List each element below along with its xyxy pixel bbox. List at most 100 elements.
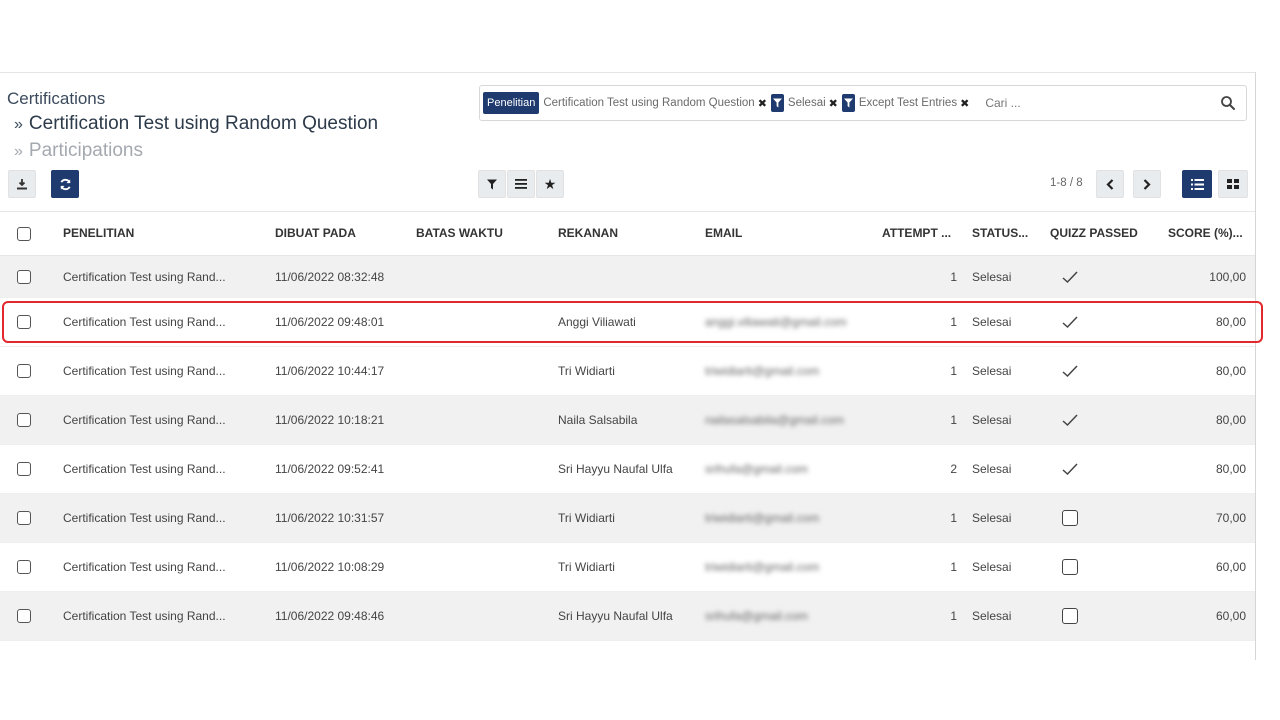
column-header-rekanan[interactable]: REKANAN: [558, 226, 618, 240]
cell-score: 80,00: [1215, 315, 1246, 329]
cell-dibuat-pada: 11/06/2022 08:32:48: [275, 269, 385, 284]
facet-value: Certification Test using Random Question: [543, 97, 755, 109]
table-row[interactable]: Certification Test using Rand... 11/06/20…: [0, 543, 1255, 592]
cell-score: 80,00: [1215, 413, 1246, 427]
cell-rekanan: Tri Widiarti: [558, 364, 615, 378]
breadcrumb-survey[interactable]: » Certification Test using Random Questio…: [14, 113, 378, 135]
cell-email: triwidiarti@gmail.com: [705, 560, 820, 574]
download-button[interactable]: [8, 170, 36, 198]
checkmark-icon: [1062, 270, 1078, 283]
checkmark-icon: [1062, 414, 1078, 427]
cell-status: Selesai: [972, 364, 1012, 378]
cell-penelitian: Certification Test using Rand...: [63, 269, 226, 284]
filters-button[interactable]: [478, 170, 506, 198]
cell-score: 80,00: [1215, 462, 1246, 476]
checkmark-icon: [1062, 316, 1078, 329]
row-checkbox[interactable]: [17, 269, 31, 284]
group-by-button[interactable]: [507, 170, 535, 198]
facet-value: Except Test Entries: [858, 97, 958, 109]
refresh-button[interactable]: [51, 170, 79, 198]
participations-table: PENELITIAN DIBUAT PADA BATAS WAKTU REKAN…: [0, 211, 1255, 641]
kanban-view-icon: [1227, 179, 1239, 189]
row-checkbox[interactable]: [17, 364, 31, 378]
favorites-button[interactable]: ★: [536, 170, 564, 198]
cell-rekanan: Sri Hayyu Naufal Ulfa: [558, 609, 673, 623]
breadcrumb-survey-label[interactable]: Certification Test using Random Question: [29, 113, 378, 134]
breadcrumb-root[interactable]: Certifications: [7, 89, 105, 109]
table-row[interactable]: Certification Test using Rand... 11/06/20…: [0, 592, 1255, 641]
search-icon[interactable]: [1220, 95, 1236, 111]
column-header-penelitian[interactable]: PENELITIAN: [63, 226, 134, 240]
row-checkbox[interactable]: [17, 315, 31, 329]
column-header-status[interactable]: STATUS...: [972, 226, 1028, 240]
cell-penelitian: Certification Test using Rand...: [63, 560, 226, 574]
row-checkbox[interactable]: [17, 511, 31, 525]
cell-attempt: 1: [950, 315, 957, 329]
cell-status: Selesai: [972, 511, 1012, 525]
table-row[interactable]: Certification Test using Rand... 11/06/20…: [0, 494, 1255, 543]
cell-rekanan: Tri Widiarti: [558, 560, 615, 574]
cell-dibuat-pada: 11/06/2022 09:48:01: [275, 315, 385, 329]
download-icon: [17, 179, 27, 190]
cell-email: srihufa@gmail.com: [705, 609, 808, 623]
cell-dibuat-pada: 11/06/2022 10:44:17: [275, 364, 385, 378]
cell-attempt: 1: [950, 413, 957, 427]
pager-next[interactable]: [1133, 170, 1161, 198]
row-checkbox[interactable]: [17, 560, 31, 574]
cell-attempt: 2: [950, 462, 957, 476]
pager-previous[interactable]: [1096, 170, 1124, 198]
cell-rekanan: Naila Salsabila: [558, 413, 638, 427]
table-row[interactable]: Certification Test using Rand... 11/06/20…: [0, 445, 1255, 494]
cell-status: Selesai: [972, 560, 1012, 574]
cell-score: 70,00: [1215, 511, 1246, 525]
table-row[interactable]: Certification Test using Rand... 11/06/20…: [0, 347, 1255, 396]
column-header-email[interactable]: EMAIL: [705, 226, 742, 240]
cell-status: Selesai: [972, 269, 1012, 284]
breadcrumb-current: » Participations: [14, 140, 143, 162]
table-row[interactable]: Certification Test using Rand... 11/06/20…: [0, 396, 1255, 445]
column-header-batas-waktu[interactable]: BATAS WAKTU: [416, 226, 503, 240]
row-checkbox[interactable]: [17, 413, 31, 427]
row-checkbox[interactable]: [17, 609, 31, 623]
table-row[interactable]: Certification Test using Rand... 11/06/20…: [0, 256, 1255, 298]
top-divider: [0, 72, 1256, 73]
row-checkbox[interactable]: [17, 462, 31, 476]
column-header-attempt[interactable]: ATTEMPT ...: [882, 226, 951, 240]
list-view-button[interactable]: [1182, 170, 1212, 198]
quizz-passed-checkbox: [1062, 608, 1078, 624]
right-divider: [1255, 72, 1256, 660]
chevron-right-icon: [1143, 178, 1151, 190]
cell-attempt: 1: [950, 609, 957, 623]
search-input[interactable]: [983, 95, 1088, 111]
facet-group-tag: Penelitian: [483, 92, 540, 114]
table-row[interactable]: Certification Test using Rand... 11/06/20…: [0, 298, 1255, 347]
filter-icon: [770, 94, 784, 112]
cell-score: 60,00: [1215, 560, 1246, 574]
remove-facet-icon[interactable]: ✖: [829, 97, 838, 110]
facet-value: Selesai: [787, 97, 826, 109]
cell-penelitian: Certification Test using Rand...: [63, 315, 226, 329]
cell-dibuat-pada: 11/06/2022 10:08:29: [275, 560, 385, 574]
cell-rekanan: Tri Widiarti: [558, 511, 615, 525]
cell-penelitian: Certification Test using Rand...: [63, 413, 226, 427]
select-all-checkbox[interactable]: [17, 226, 31, 241]
cell-status: Selesai: [972, 462, 1012, 476]
column-header-score[interactable]: SCORE (%)...: [1168, 226, 1243, 240]
cell-status: Selesai: [972, 413, 1012, 427]
cell-email: triwidiarti@gmail.com: [705, 364, 820, 378]
kanban-view-button[interactable]: [1218, 170, 1248, 198]
cell-penelitian: Certification Test using Rand...: [63, 511, 226, 525]
cell-penelitian: Certification Test using Rand...: [63, 364, 226, 378]
column-header-quizz-passed[interactable]: QUIZZ PASSED: [1050, 226, 1138, 240]
breadcrumb-separator: »: [14, 143, 23, 160]
filter-icon: [487, 179, 497, 189]
cell-attempt: 1: [950, 560, 957, 574]
search-panel: Penelitian Certification Test using Rand…: [479, 85, 1247, 121]
checkmark-icon: [1062, 463, 1078, 476]
cell-email: anggi.viliawati@gmail.com: [705, 315, 847, 329]
pager-value[interactable]: 1-8 / 8: [1050, 177, 1083, 189]
column-header-dibuat-pada[interactable]: DIBUAT PADA: [275, 226, 356, 240]
remove-facet-icon[interactable]: ✖: [758, 97, 767, 110]
cell-status: Selesai: [972, 609, 1012, 623]
remove-facet-icon[interactable]: ✖: [960, 97, 969, 110]
